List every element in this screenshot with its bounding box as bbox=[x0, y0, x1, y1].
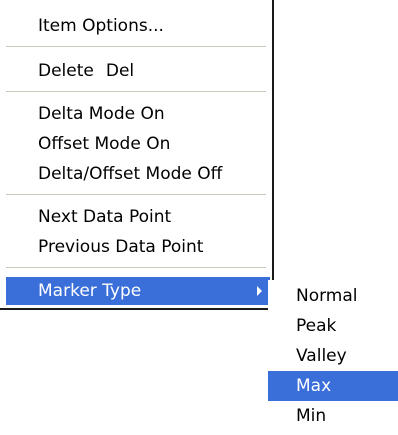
submenu-item-max[interactable]: Max bbox=[268, 371, 398, 401]
marker-type-label: Marker Type bbox=[38, 281, 142, 301]
next-data-point-menu-item[interactable]: Next Data Point bbox=[6, 204, 270, 230]
menu-separator bbox=[6, 91, 266, 92]
offset-mode-on-menu-item[interactable]: Offset Mode On bbox=[6, 131, 270, 157]
submenu-item-label: Valley bbox=[296, 346, 347, 366]
item-options-label: Item Options... bbox=[38, 16, 164, 36]
submenu-item-label: Min bbox=[296, 406, 327, 426]
submenu-item-label: Peak bbox=[296, 316, 337, 336]
submenu-item-label: Max bbox=[296, 376, 332, 396]
delete-label: Delete bbox=[38, 61, 94, 81]
marker-type-menu-item[interactable]: Marker Type bbox=[6, 277, 270, 305]
delete-menu-item[interactable]: Delete Del bbox=[6, 58, 270, 84]
submenu-item-valley[interactable]: Valley bbox=[268, 341, 398, 371]
previous-data-point-menu-item[interactable]: Previous Data Point bbox=[6, 234, 270, 260]
submenu-item-normal[interactable]: Normal bbox=[268, 281, 398, 311]
next-data-point-label: Next Data Point bbox=[38, 207, 172, 227]
delta-offset-mode-off-label: Delta/Offset Mode Off bbox=[38, 164, 223, 184]
delta-offset-mode-off-menu-item[interactable]: Delta/Offset Mode Off bbox=[6, 161, 270, 187]
delta-mode-on-menu-item[interactable]: Delta Mode On bbox=[6, 101, 270, 127]
delete-shortcut: Del bbox=[105, 61, 135, 81]
previous-data-point-label: Previous Data Point bbox=[38, 237, 204, 257]
menu-separator bbox=[6, 46, 266, 47]
context-menu: Item Options... Delete Del Delta Mode On … bbox=[0, 0, 274, 310]
menu-separator bbox=[6, 267, 266, 268]
marker-type-submenu: Normal Peak Valley Max Min bbox=[268, 280, 398, 435]
submenu-arrow-icon bbox=[257, 286, 262, 296]
menu-separator bbox=[6, 194, 266, 195]
submenu-item-label: Normal bbox=[296, 286, 358, 306]
submenu-item-peak[interactable]: Peak bbox=[268, 311, 398, 341]
submenu-item-min[interactable]: Min bbox=[268, 401, 398, 431]
delta-mode-on-label: Delta Mode On bbox=[38, 104, 165, 124]
item-options-menu-item[interactable]: Item Options... bbox=[6, 13, 270, 39]
offset-mode-on-label: Offset Mode On bbox=[38, 134, 171, 154]
